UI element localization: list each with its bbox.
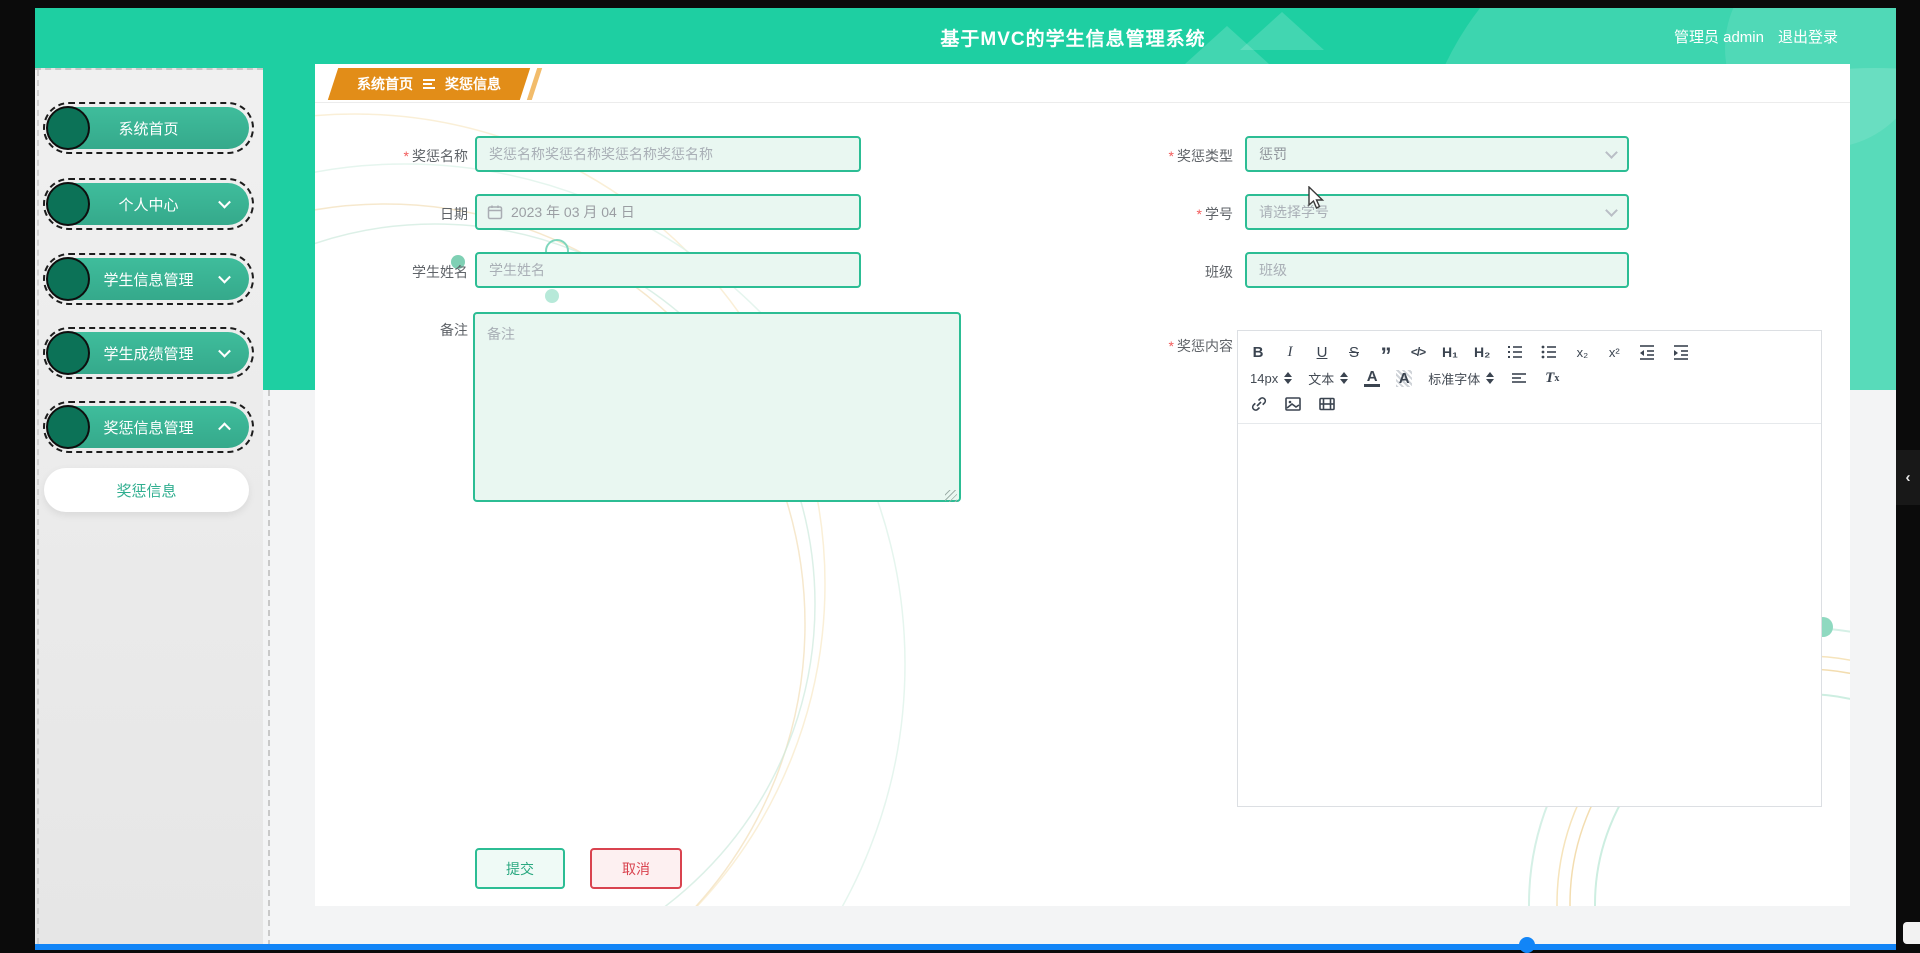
sidebar-item-student-info[interactable]: 学生信息管理 <box>43 253 254 305</box>
sidebar-item-label: 学生成绩管理 <box>103 345 194 363</box>
user-role-and-name: 管理员 admin <box>1674 26 1764 47</box>
app-window: 基于MVC的学生信息管理系统 管理员 admin 退出登录 系统首页 个人中心 … <box>35 8 1896 944</box>
pill-circle-icon <box>46 405 90 449</box>
sidebar-item-home[interactable]: 系统首页 <box>43 102 254 154</box>
ordered-list-button[interactable] <box>1506 343 1524 361</box>
sidebar: 系统首页 个人中心 学生信息管理 学生成绩管理 奖惩信息管理 奖惩信息 <box>35 68 263 944</box>
collapse-chevron-icon: ‹ <box>1905 469 1911 486</box>
strikethrough-button[interactable]: S <box>1346 344 1362 361</box>
link-button[interactable] <box>1250 395 1268 413</box>
breadcrumb-bar: 系统首页 奖惩信息 <box>315 64 1850 103</box>
bullet-list-button[interactable] <box>1540 343 1558 361</box>
sidebar-item-label: 奖惩信息管理 <box>103 419 194 437</box>
text-color-button[interactable]: A <box>1364 369 1381 387</box>
sidebar-item-student-grades[interactable]: 学生成绩管理 <box>43 327 254 379</box>
breadcrumb-current: 奖惩信息 <box>445 76 501 92</box>
logout-link[interactable]: 退出登录 <box>1778 26 1838 47</box>
required-mark: * <box>1168 338 1174 354</box>
editor-toolbar: B I U S ” </> H₁ H₂ x₂ x² 14px 文本 A A 标准… <box>1238 331 1821 424</box>
superscript-button[interactable]: x² <box>1606 345 1622 360</box>
class-input[interactable] <box>1245 252 1629 288</box>
clear-format-button[interactable]: Tx <box>1544 370 1560 387</box>
paragraph-style-dropdown[interactable]: 文本 <box>1308 369 1349 388</box>
code-block-button[interactable]: </> <box>1410 345 1426 359</box>
chevron-down-icon <box>218 270 231 284</box>
name-label: * 奖惩名称 <box>403 148 468 164</box>
updown-arrows-icon <box>1284 372 1293 384</box>
user-role: 管理员 <box>1673 29 1719 46</box>
student-name-input[interactable] <box>475 252 861 288</box>
font-family-dropdown[interactable]: 标准字体 <box>1428 369 1495 388</box>
outdent-button[interactable] <box>1638 343 1656 361</box>
indent-button[interactable] <box>1672 343 1690 361</box>
band-decor-triangle <box>1240 12 1324 50</box>
pill-circle-icon <box>46 257 90 301</box>
remark-textarea[interactable] <box>473 312 961 502</box>
updown-arrows-icon <box>1340 372 1349 384</box>
italic-button[interactable]: I <box>1282 344 1298 361</box>
content-label: * 奖惩内容 <box>1168 338 1233 354</box>
cancel-button[interactable]: 取消 <box>590 848 682 889</box>
remark-label: 备注 <box>440 322 468 338</box>
calendar-icon <box>487 205 503 220</box>
align-button[interactable] <box>1510 369 1528 387</box>
class-label: 班级 <box>1205 264 1233 280</box>
submenu-label: 奖惩信息 <box>116 482 177 500</box>
chevron-up-icon <box>218 422 231 436</box>
resize-grip-icon[interactable] <box>945 490 957 502</box>
sidebar-item-label: 学生信息管理 <box>103 271 194 289</box>
pill-circle-icon <box>46 106 90 150</box>
breadcrumb: 系统首页 奖惩信息 <box>327 68 531 100</box>
sidebar-item-label: 个人中心 <box>118 196 179 214</box>
date-label: 日期 <box>440 206 468 222</box>
breadcrumb-home[interactable]: 系统首页 <box>357 74 413 94</box>
background-color-button[interactable]: A <box>1396 369 1413 387</box>
required-mark: * <box>1168 148 1174 164</box>
name-input[interactable] <box>475 136 861 172</box>
breadcrumb-separator-icon <box>423 79 435 89</box>
type-label: * 奖惩类型 <box>1168 148 1233 164</box>
submit-button[interactable]: 提交 <box>475 848 565 889</box>
font-size-dropdown[interactable]: 14px <box>1250 371 1293 386</box>
rich-text-editor: B I U S ” </> H₁ H₂ x₂ x² 14px 文本 A A 标准… <box>1237 330 1822 807</box>
date-input[interactable] <box>511 204 849 220</box>
student-id-select[interactable] <box>1245 194 1629 230</box>
type-select[interactable] <box>1245 136 1629 172</box>
sidebar-item-rewards-mgmt[interactable]: 奖惩信息管理 <box>43 401 254 453</box>
pill-circle-icon <box>46 182 90 226</box>
pill-circle-icon <box>46 331 90 375</box>
updown-arrows-icon <box>1486 372 1495 384</box>
student-name-label: 学生姓名 <box>412 264 468 280</box>
taskbar-blue-bar <box>35 944 1896 950</box>
student-id-label: * 学号 <box>1196 206 1233 222</box>
scrollbar-thumb[interactable] <box>1903 922 1920 944</box>
page-title: 基于MVC的学生信息管理系统 <box>940 29 1206 50</box>
bold-button[interactable]: B <box>1250 344 1266 361</box>
drawer-collapse-handle[interactable]: ‹ <box>1896 450 1920 505</box>
sidebar-item-label: 系统首页 <box>118 120 179 138</box>
video-button[interactable] <box>1318 395 1336 413</box>
sidebar-item-personal-center[interactable]: 个人中心 <box>43 178 254 230</box>
sidebar-submenu-rewards-info[interactable]: 奖惩信息 <box>44 468 249 512</box>
required-mark: * <box>403 148 409 164</box>
content-card: 系统首页 奖惩信息 *奖惩名称 日期 学生姓名 <box>315 64 1850 906</box>
header-user-area: 管理员 admin 退出登录 <box>1674 26 1838 47</box>
heading2-button[interactable]: H₂ <box>1474 344 1490 360</box>
blockquote-button[interactable]: ” <box>1378 343 1394 367</box>
underline-button[interactable]: U <box>1314 344 1330 361</box>
sidebar-divider <box>268 390 270 944</box>
required-mark: * <box>1196 206 1202 222</box>
user-name: admin <box>1723 29 1764 46</box>
chevron-down-icon <box>218 195 231 209</box>
chevron-down-icon <box>218 344 231 358</box>
subscript-button[interactable]: x₂ <box>1574 345 1590 360</box>
heading1-button[interactable]: H₁ <box>1442 344 1458 360</box>
image-button[interactable] <box>1284 395 1302 413</box>
date-picker[interactable] <box>475 194 861 230</box>
